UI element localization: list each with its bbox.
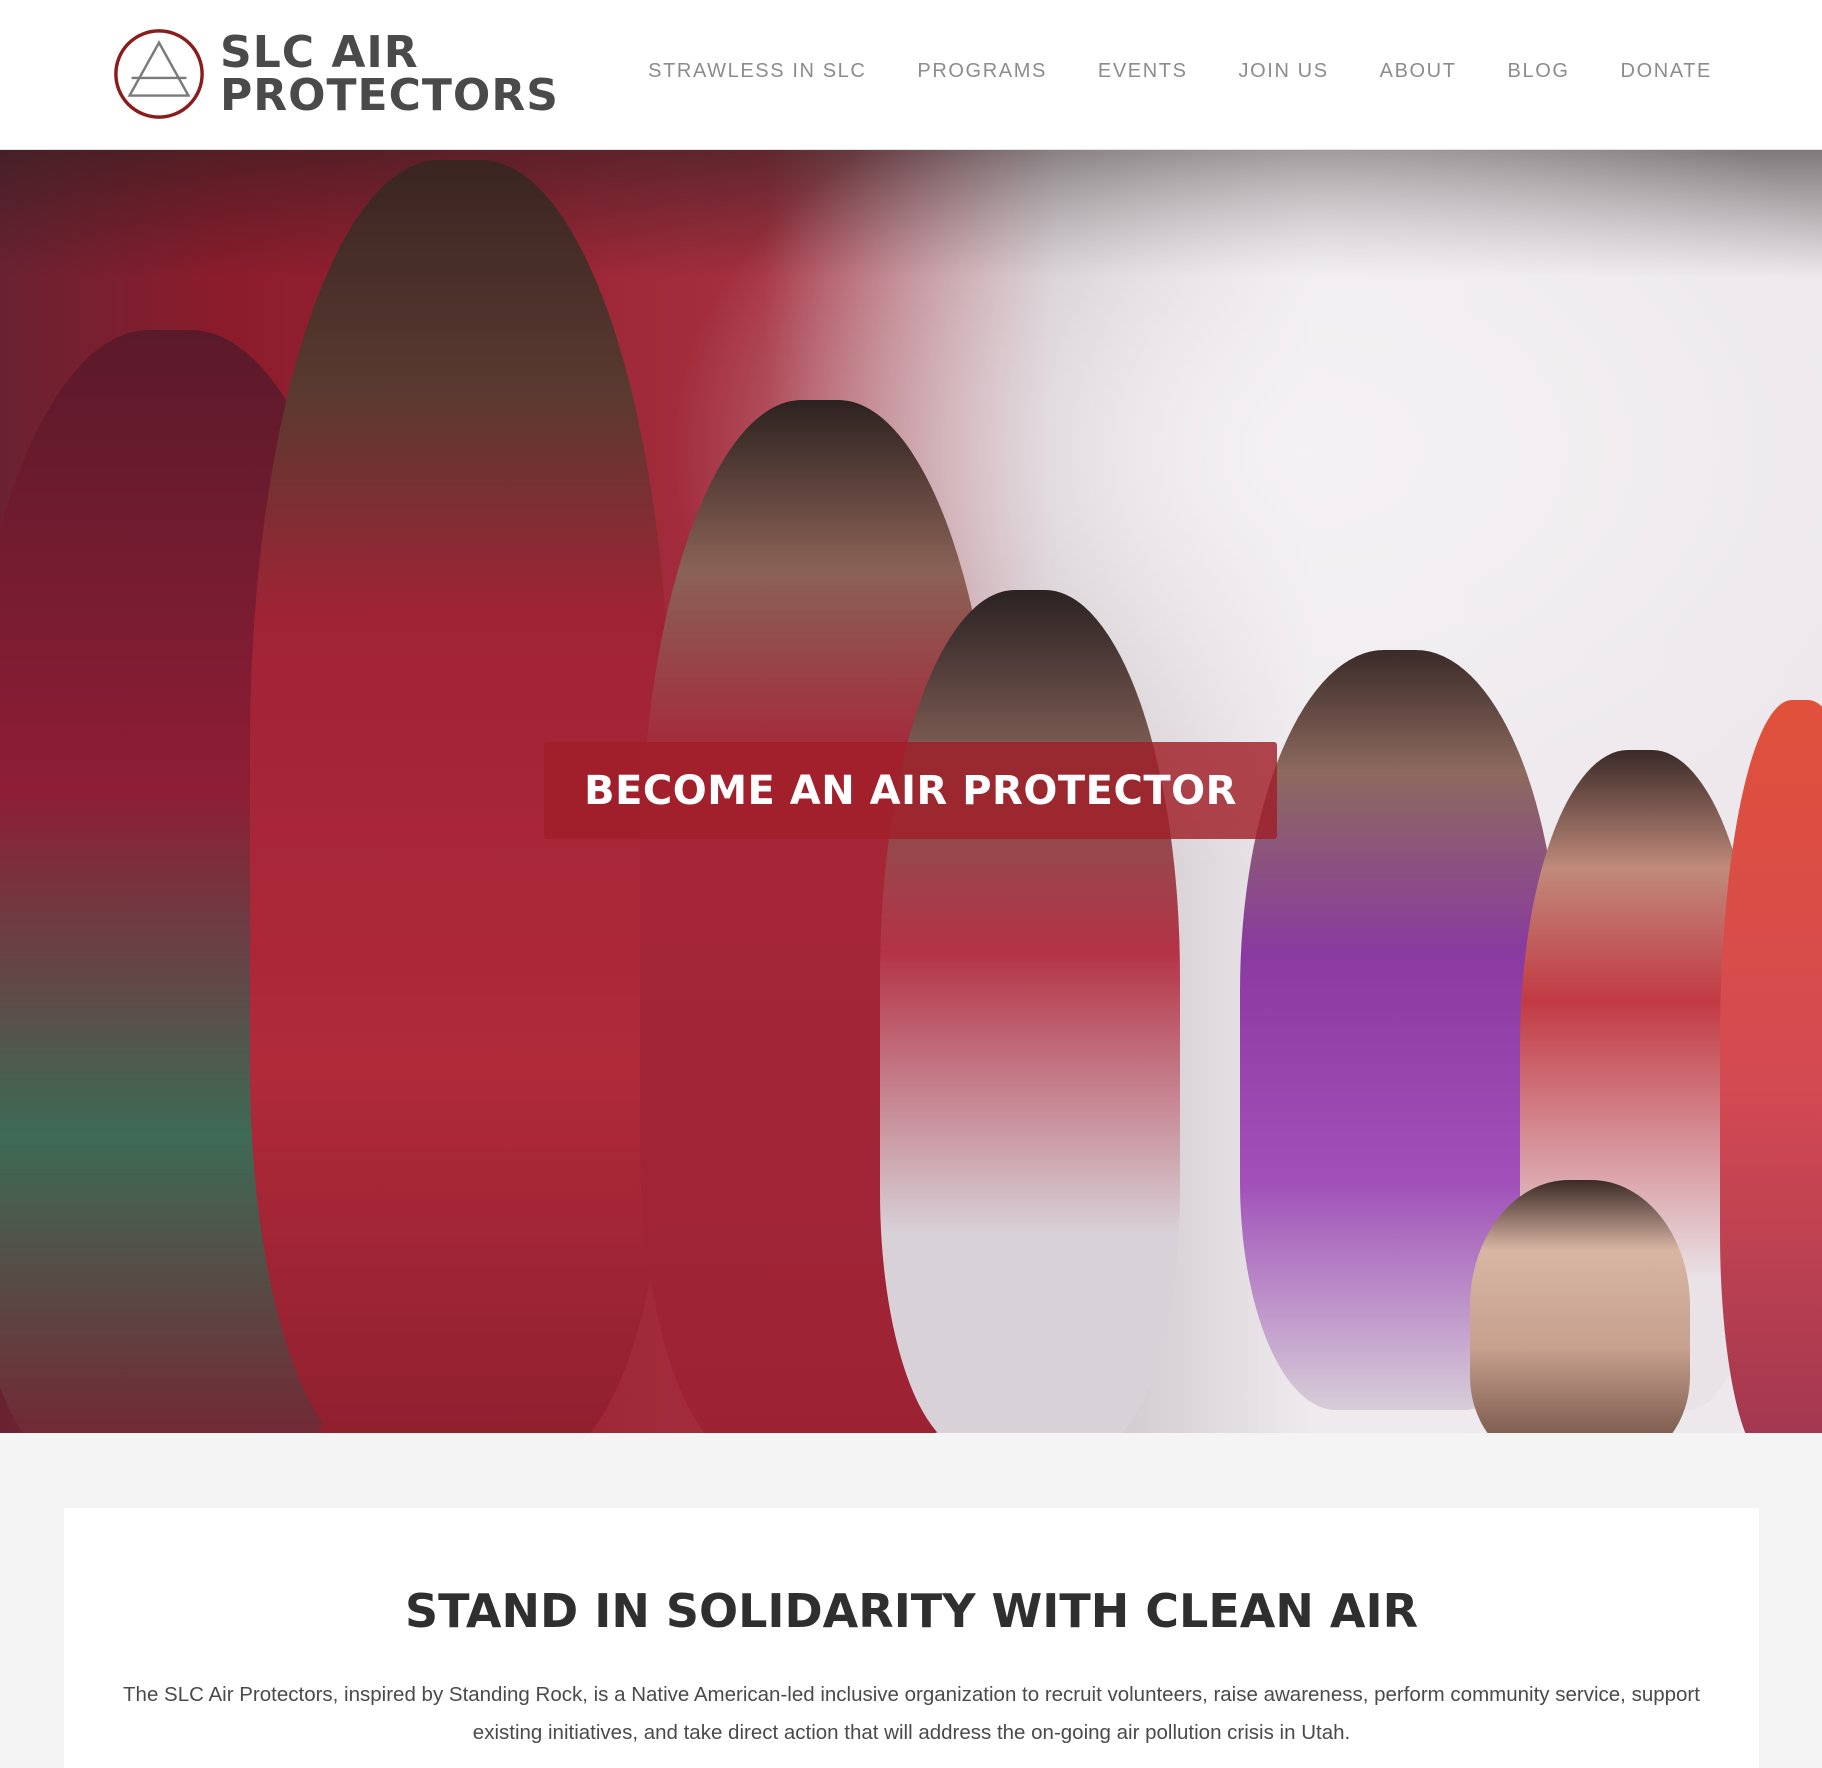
triangle-in-circle-icon (114, 29, 204, 119)
section-title: STAND IN SOLIDARITY WITH CLEAN AIR (404, 1584, 1419, 1638)
main-nav: STRAWLESS IN SLC PROGRAMS EVENTS JOIN US… (648, 60, 1712, 83)
site-header: SLC AIR PROTECTORS STRAWLESS IN SLC PROG… (0, 0, 1822, 150)
nav-join-us[interactable]: JOIN US (1239, 60, 1329, 83)
logo-line-1: SLC AIR (220, 26, 419, 78)
hero-photo-figure (1470, 1180, 1690, 1433)
become-air-protector-button[interactable]: BECOME AN AIR PROTECTOR (544, 742, 1277, 839)
site-logo[interactable]: SLC AIR PROTECTORS (110, 24, 559, 124)
nav-events[interactable]: EVENTS (1098, 60, 1188, 83)
logo-wordmark: SLC AIR PROTECTORS (220, 26, 559, 121)
nav-about[interactable]: ABOUT (1380, 60, 1457, 83)
hero-banner: BECOME AN AIR PROTECTOR (0, 150, 1822, 1433)
intro-paragraph: The SLC Air Protectors, inspired by Stan… (123, 1683, 1700, 1744)
intro-card: STAND IN SOLIDARITY WITH CLEAN AIR The S… (64, 1508, 1759, 1768)
nav-blog[interactable]: BLOG (1508, 60, 1570, 83)
cta-button-label: BECOME AN AIR PROTECTOR (584, 767, 1237, 814)
nav-programs[interactable]: PROGRAMS (917, 60, 1046, 83)
nav-donate[interactable]: DONATE (1621, 60, 1712, 83)
nav-strawless-in-slc[interactable]: STRAWLESS IN SLC (648, 60, 866, 83)
logo-line-2: PROTECTORS (220, 70, 559, 121)
hero-photo-figure (880, 590, 1180, 1433)
